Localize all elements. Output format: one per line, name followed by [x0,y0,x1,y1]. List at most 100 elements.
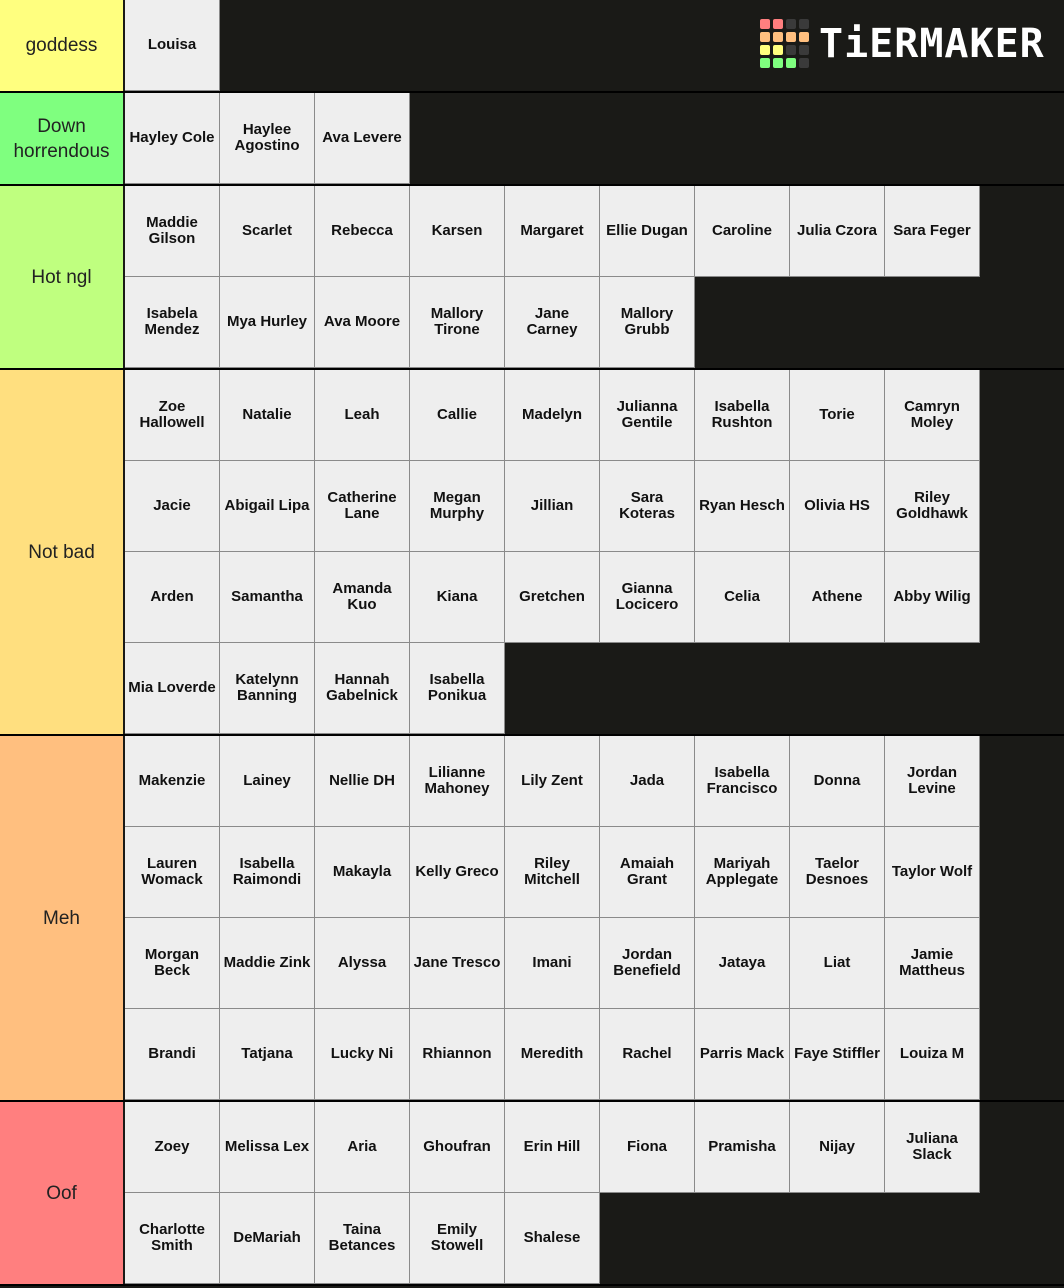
tier-item-tile[interactable]: Maddie Zink [220,918,315,1009]
tier-item-tile[interactable]: Lucky Ni [315,1009,410,1100]
tier-item-tile[interactable]: Megan Murphy [410,461,505,552]
tier-item-tile[interactable]: Juliana Slack [885,1102,980,1193]
tier-item-tile[interactable]: Ryan Hesch [695,461,790,552]
tier-item-tile[interactable]: Tatjana [220,1009,315,1100]
tier-item-tile[interactable]: Callie [410,370,505,461]
tier-item-tile[interactable]: Madelyn [505,370,600,461]
tier-item-tile[interactable]: Samantha [220,552,315,643]
tier-item-tile[interactable]: Rachel [600,1009,695,1100]
tier-item-tile[interactable]: Donna [790,736,885,827]
tier-item-tile[interactable]: Katelynn Banning [220,643,315,734]
tier-item-tile[interactable]: Karsen [410,186,505,277]
tier-label[interactable]: Meh [0,736,125,1100]
tier-item-tile[interactable]: Jordan Benefield [600,918,695,1009]
tier-label[interactable]: goddess [0,0,125,91]
tier-item-tile[interactable]: Hayley Cole [125,93,220,184]
tiermaker-logo[interactable]: TiERMAKER [760,19,1045,68]
tier-item-tile[interactable]: Parris Mack [695,1009,790,1100]
tier-item-tile[interactable]: Lily Zent [505,736,600,827]
tier-item-tile[interactable]: Louiza M [885,1009,980,1100]
tier-item-tile[interactable]: Celia [695,552,790,643]
tier-item-tile[interactable]: Leah [315,370,410,461]
tier-item-tile[interactable]: Torie [790,370,885,461]
tier-item-tile[interactable]: Zoey [125,1102,220,1193]
tier-item-tile[interactable]: Amaiah Grant [600,827,695,918]
tier-item-tile[interactable]: Aria [315,1102,410,1193]
tier-item-tile[interactable]: Mya Hurley [220,277,315,368]
tier-item-tile[interactable]: Zoe Hallowell [125,370,220,461]
tier-item-tile[interactable]: Abby Wilig [885,552,980,643]
tier-label[interactable]: Down horrendous [0,93,125,184]
tier-item-tile[interactable]: Jada [600,736,695,827]
tier-item-tile[interactable]: Emily Stowell [410,1193,505,1284]
tier-item-tile[interactable]: Isabella Rushton [695,370,790,461]
tier-item-tile[interactable]: Nijay [790,1102,885,1193]
tier-item-tile[interactable]: Mallory Tirone [410,277,505,368]
tier-item-tile[interactable]: Kiana [410,552,505,643]
tier-item-tile[interactable]: Caroline [695,186,790,277]
tier-label[interactable]: Hot ngl [0,186,125,368]
tier-item-tile[interactable]: Gianna Locicero [600,552,695,643]
tier-item-tile[interactable]: Jane Carney [505,277,600,368]
tier-item-tile[interactable]: Louisa [125,0,220,91]
tier-item-tile[interactable]: Sara Koteras [600,461,695,552]
tier-item-tile[interactable]: Catherine Lane [315,461,410,552]
tier-item-tile[interactable]: Jillian [505,461,600,552]
tier-item-tile[interactable]: Riley Mitchell [505,827,600,918]
tier-item-tile[interactable]: Gretchen [505,552,600,643]
tier-item-tile[interactable]: Lilianne Mahoney [410,736,505,827]
tier-item-tile[interactable]: Julia Czora [790,186,885,277]
tier-item-tile[interactable]: Fiona [600,1102,695,1193]
tier-item-tile[interactable]: Arden [125,552,220,643]
tier-item-tile[interactable]: Margaret [505,186,600,277]
tier-item-tile[interactable]: Nellie DH [315,736,410,827]
tier-item-tile[interactable]: Makayla [315,827,410,918]
tier-item-tile[interactable]: Jataya [695,918,790,1009]
tier-item-tile[interactable]: Morgan Beck [125,918,220,1009]
tier-item-tile[interactable]: Melissa Lex [220,1102,315,1193]
tier-item-tile[interactable]: Makenzie [125,736,220,827]
tier-item-tile[interactable]: Erin Hill [505,1102,600,1193]
tier-item-tile[interactable]: Ghoufran [410,1102,505,1193]
tier-item-tile[interactable]: Ellie Dugan [600,186,695,277]
tier-label[interactable]: Oof [0,1102,125,1284]
tier-item-tile[interactable]: Taelor Desnoes [790,827,885,918]
tier-item-tile[interactable]: Isabela Mendez [125,277,220,368]
tier-item-tile[interactable]: Brandi [125,1009,220,1100]
tier-item-tile[interactable]: Lauren Womack [125,827,220,918]
tier-item-tile[interactable]: Pramisha [695,1102,790,1193]
tier-item-tile[interactable]: Hannah Gabelnick [315,643,410,734]
tier-item-tile[interactable]: Natalie [220,370,315,461]
tier-item-tile[interactable]: Amanda Kuo [315,552,410,643]
tier-item-tile[interactable]: Isabella Ponikua [410,643,505,734]
tier-item-tile[interactable]: Taina Betances [315,1193,410,1284]
tier-item-tile[interactable]: Camryn Moley [885,370,980,461]
tier-item-tile[interactable]: Athene [790,552,885,643]
tier-item-tile[interactable]: Jamie Mattheus [885,918,980,1009]
tier-item-tile[interactable]: Shalese [505,1193,600,1284]
tier-item-tile[interactable]: Jacie [125,461,220,552]
tier-item-tile[interactable]: Ava Levere [315,93,410,184]
tier-item-tile[interactable]: Sara Feger [885,186,980,277]
tier-item-tile[interactable]: Rhiannon [410,1009,505,1100]
tier-item-tile[interactable]: Abigail Lipa [220,461,315,552]
tier-item-tile[interactable]: Olivia HS [790,461,885,552]
tier-item-tile[interactable]: Mariyah Applegate [695,827,790,918]
tier-item-tile[interactable]: Charlotte Smith [125,1193,220,1284]
tier-item-tile[interactable]: Isabella Francisco [695,736,790,827]
tier-item-tile[interactable]: Mia Loverde [125,643,220,734]
tier-item-tile[interactable]: Taylor Wolf [885,827,980,918]
tier-item-tile[interactable]: Jordan Levine [885,736,980,827]
tier-item-tile[interactable]: Julianna Gentile [600,370,695,461]
tier-item-tile[interactable]: Scarlet [220,186,315,277]
tier-item-tile[interactable]: Jane Tresco [410,918,505,1009]
tier-item-tile[interactable]: Lainey [220,736,315,827]
tier-item-tile[interactable]: Kelly Greco [410,827,505,918]
tier-item-tile[interactable]: Isabella Raimondi [220,827,315,918]
tier-item-tile[interactable]: Ava Moore [315,277,410,368]
tier-item-tile[interactable]: Haylee Agostino [220,93,315,184]
tier-item-tile[interactable]: Imani [505,918,600,1009]
tier-item-tile[interactable]: Alyssa [315,918,410,1009]
tier-item-tile[interactable]: Maddie Gilson [125,186,220,277]
tier-item-tile[interactable]: Meredith [505,1009,600,1100]
